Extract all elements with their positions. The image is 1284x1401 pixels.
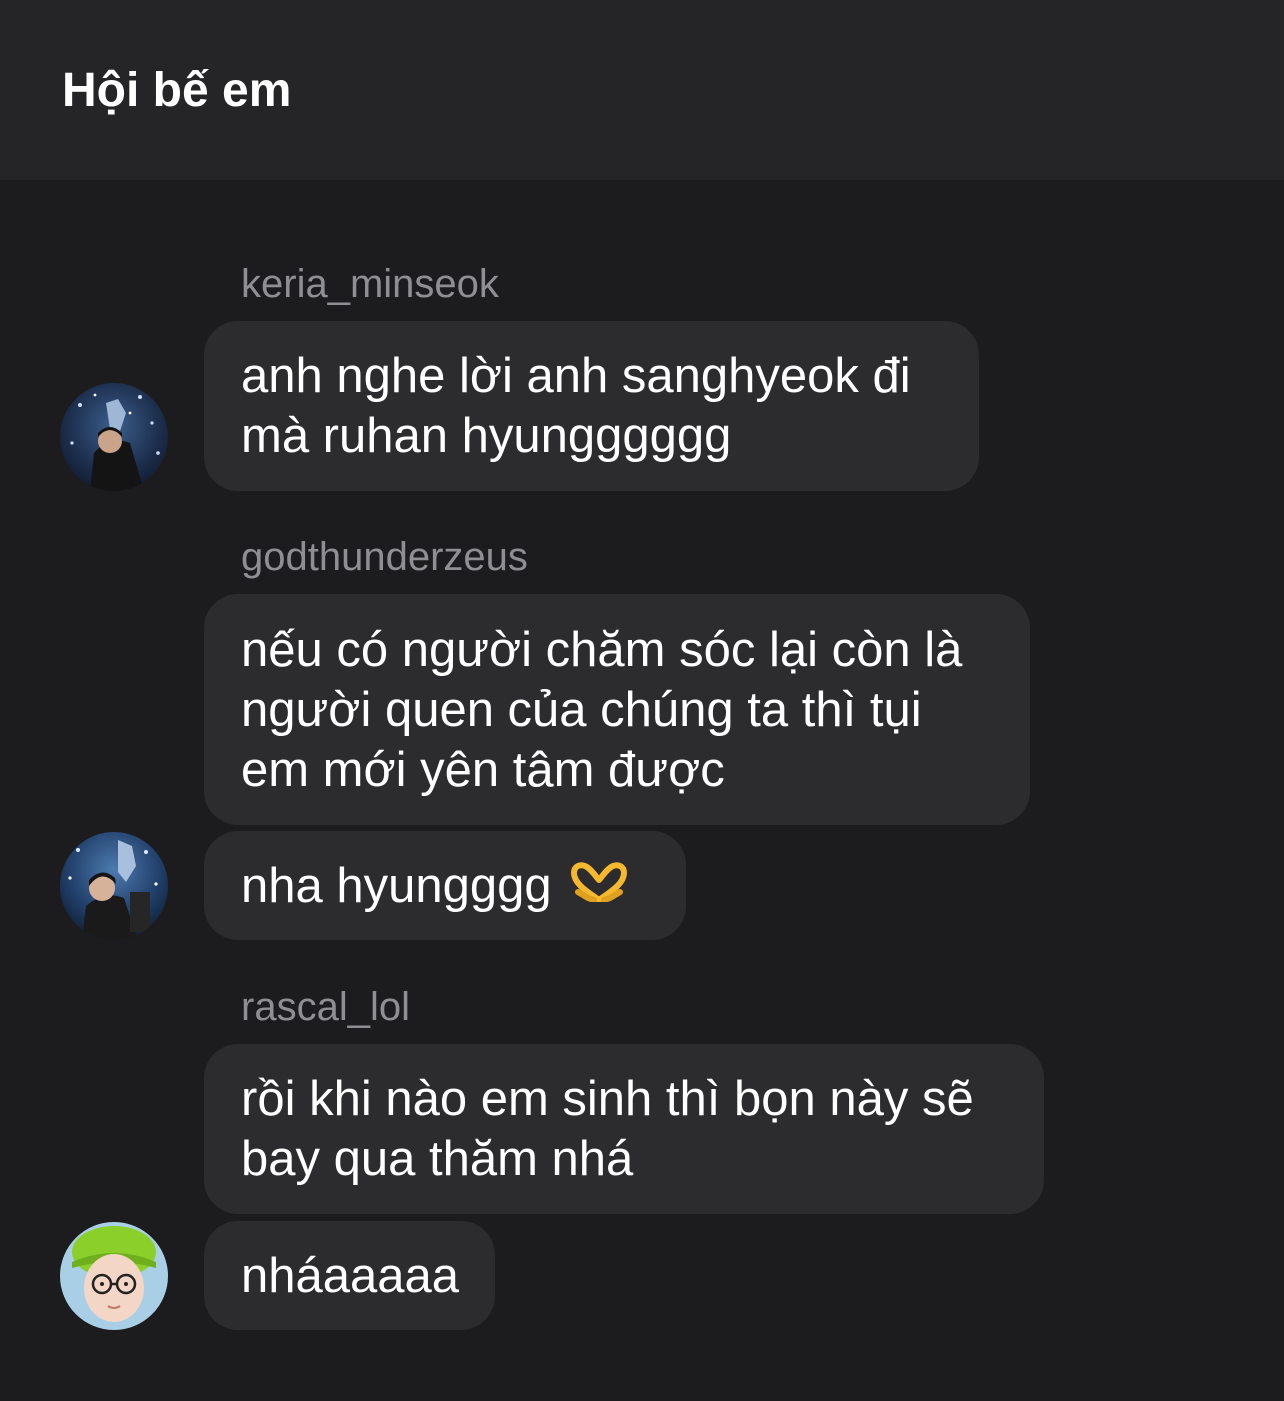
- message-bubble[interactable]: nha hyungggg: [204, 831, 686, 940]
- message-text: nếu có người chăm sóc lại còn là người q…: [241, 622, 963, 797]
- message-text: nha hyungggg: [241, 858, 552, 913]
- message-text: anh nghe lời anh sanghyeok đi mà ruhan h…: [241, 349, 911, 463]
- message-bubble[interactable]: rồi khi nào em sinh thì bọn này sẽ bay q…: [204, 1044, 1044, 1214]
- avatar-rascal-lol[interactable]: [60, 1222, 168, 1330]
- message-bubble[interactable]: nếu có người chăm sóc lại còn là người q…: [204, 594, 1030, 825]
- message-bubble[interactable]: nháaaaaa: [204, 1221, 495, 1330]
- message-text: nháaaaaa: [241, 1248, 460, 1303]
- heart-hands-emoji-icon: [568, 856, 630, 916]
- avatar-godthunderzeus[interactable]: [60, 832, 168, 940]
- message-bubble[interactable]: anh nghe lời anh sanghyeok đi mà ruhan h…: [204, 321, 979, 491]
- message-text: rồi khi nào em sinh thì bọn này sẽ bay q…: [241, 1072, 974, 1186]
- avatar-keria-minseok[interactable]: [60, 383, 168, 491]
- sender-name[interactable]: keria_minseok: [241, 260, 499, 308]
- sender-name[interactable]: rascal_lol: [241, 983, 410, 1031]
- chat-title[interactable]: Hội bế em: [62, 62, 291, 120]
- sender-name[interactable]: godthunderzeus: [241, 533, 528, 581]
- chat-header: Hội bế em: [0, 0, 1284, 180]
